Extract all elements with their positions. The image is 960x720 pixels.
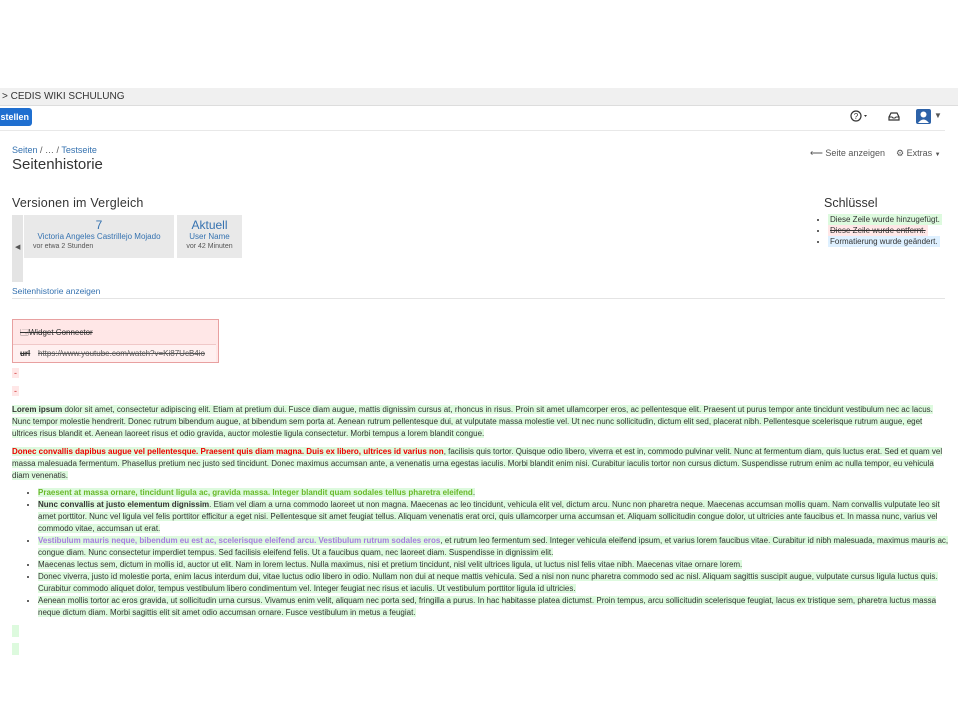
list-item: Aenean mollis tortor ac eros gravida, ut… — [38, 595, 956, 619]
list-item: Maecenas lectus sem, dictum in mollis id… — [38, 559, 956, 571]
list-item: Nunc convallis at justo elementum dignis… — [38, 499, 956, 535]
view-history-link[interactable]: Seitenhistorie anzeigen — [12, 286, 100, 296]
page-title: Seitenhistorie — [12, 156, 103, 173]
version-number[interactable]: 7 — [24, 218, 174, 232]
breadcrumb-pages[interactable]: Seiten — [12, 145, 38, 155]
widget-icon: 🗔 — [20, 328, 29, 337]
list-item: Vestibulum mauris neque, bibendum eu est… — [38, 535, 956, 559]
chevron-down-icon: ▼ — [934, 152, 941, 158]
list-item: Praesent at massa ornare, tincidunt ligu… — [38, 487, 956, 499]
gear-icon: ⚙ — [896, 148, 905, 158]
space-header-bar: > CEDIS WIKI SCHULUNG — [0, 88, 958, 106]
key-legend: Diese Zeile wurde hinzugefügt. Diese Zei… — [816, 214, 942, 248]
header-divider — [0, 130, 945, 131]
chevron-down-icon[interactable]: ▼ — [934, 111, 942, 120]
previous-version-button[interactable]: ◀ — [12, 215, 23, 282]
added-empty-line — [12, 643, 19, 655]
svg-text:?: ? — [854, 112, 859, 121]
create-button[interactable]: stellen — [0, 108, 32, 126]
removed-line: - — [12, 386, 19, 396]
widget-param-value: https://www.youtube.com/watch?v=Ki87UcB4… — [38, 349, 205, 358]
view-page-button[interactable]: ⟵ Seite anzeigen — [810, 148, 885, 159]
version-time: vor 42 Minuten — [186, 243, 233, 250]
space-path[interactable]: > CEDIS WIKI SCHULUNG — [0, 91, 125, 102]
list-item: Donec viverra, justo id molestie porta, … — [38, 571, 956, 595]
key-heading: Schlüssel — [824, 196, 878, 210]
version-number[interactable]: Aktuell — [177, 218, 242, 232]
versions-heading: Versionen im Vergleich — [12, 196, 144, 210]
user-avatar-icon[interactable] — [916, 109, 931, 124]
version-card-current[interactable]: Aktuell User Name vor 42 Minuten — [177, 215, 242, 258]
chevron-left-icon: ◀ — [15, 244, 21, 251]
breadcrumb-testseite[interactable]: Testseite — [61, 145, 97, 155]
version-card-old[interactable]: 7 Victoria Angeles Castrillejo Mojado vo… — [24, 215, 174, 258]
paragraph-1: Lorem ipsum dolor sit amet, consectetur … — [12, 405, 933, 438]
version-time: vor etwa 2 Stunden — [33, 243, 94, 250]
back-arrow-icon: ⟵ — [810, 148, 823, 158]
version-author[interactable]: User Name — [177, 232, 242, 241]
inbox-icon[interactable] — [887, 109, 901, 125]
removed-line: - — [12, 368, 19, 378]
key-formatted: Formatierung wurde geändert. — [828, 236, 942, 247]
key-removed: Diese Zeile wurde entfernt. — [828, 225, 942, 236]
added-empty-line — [12, 625, 19, 637]
paragraph-2: Donec convallis dapibus augue vel pellen… — [12, 447, 943, 480]
removed-widget-connector: 🗔Widget Connector url https://www.youtub… — [12, 319, 219, 363]
breadcrumb: Seiten / … / Testseite — [12, 145, 97, 155]
help-icon[interactable]: ? — [850, 109, 870, 125]
section-divider — [12, 298, 945, 299]
widget-param-row: url https://www.youtube.com/watch?v=Ki87… — [13, 344, 216, 362]
breadcrumb-ellipsis[interactable]: … — [45, 145, 54, 155]
bullet-list: Praesent at massa ornare, tincidunt ligu… — [26, 487, 956, 619]
widget-param-key: url — [20, 349, 31, 358]
key-added: Diese Zeile wurde hinzugefügt. — [828, 214, 942, 225]
version-author[interactable]: Victoria Angeles Castrillejo Mojado — [24, 232, 174, 241]
widget-title: 🗔Widget Connector — [20, 328, 93, 337]
extras-menu-button[interactable]: ⚙ Extras ▼ — [896, 148, 941, 159]
